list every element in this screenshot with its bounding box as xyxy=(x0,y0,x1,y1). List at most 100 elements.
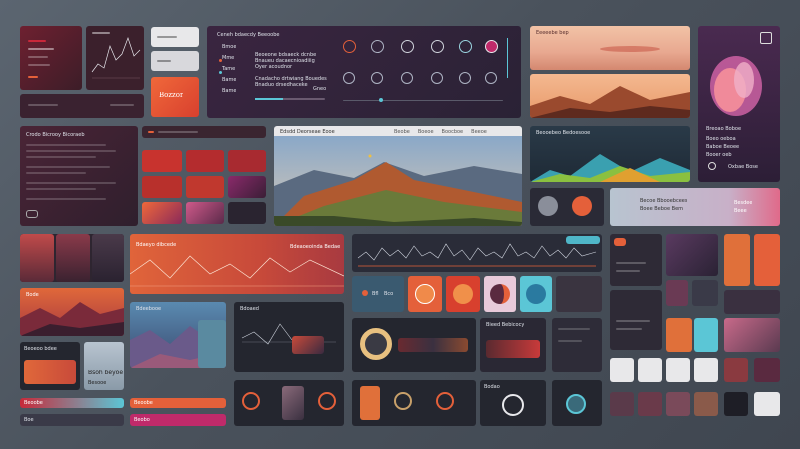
icon-tile[interactable] xyxy=(754,392,780,416)
sunset-banner[interactable]: Eeeeebe bep xyxy=(530,26,690,70)
pill-panel[interactable]: Becoe Bbooebcees Boee Beboe Bem Besdee B… xyxy=(610,188,780,226)
media-thumbnail[interactable] xyxy=(292,336,324,354)
control-label: Bco xyxy=(384,291,394,297)
right-card-3[interactable] xyxy=(724,234,750,286)
mic-icon[interactable] xyxy=(431,40,444,53)
tile-red-3[interactable] xyxy=(228,150,266,172)
tile-red-1[interactable] xyxy=(142,150,182,172)
sunset-banner-label: Eeeeebe bep xyxy=(536,30,569,36)
orange-mountain-card[interactable]: Bode xyxy=(20,288,124,336)
icon-tile[interactable] xyxy=(724,392,748,416)
tile-dark-9[interactable] xyxy=(228,202,266,224)
right-card-4[interactable] xyxy=(754,234,780,286)
control-tile-teal[interactable] xyxy=(520,276,552,312)
ring-icon[interactable] xyxy=(318,392,336,410)
media-left-item[interactable]: Bame xyxy=(217,77,236,83)
tile-red-4[interactable] xyxy=(142,176,182,198)
record-icon[interactable] xyxy=(572,196,592,216)
right-card-9[interactable] xyxy=(666,318,692,352)
cloud-icon[interactable] xyxy=(401,40,414,53)
control-tile-dark[interactable] xyxy=(556,276,602,312)
headphones-icon[interactable] xyxy=(371,40,384,53)
mid-small-card[interactable]: Bieed Bebicocy xyxy=(480,318,546,372)
progress-bar[interactable] xyxy=(255,98,325,100)
tile-photo-7[interactable] xyxy=(142,202,182,224)
record-icon[interactable] xyxy=(485,40,498,53)
dark-red-card[interactable] xyxy=(20,26,82,90)
desert-banner[interactable] xyxy=(530,74,690,118)
control-tile-orange-1[interactable] xyxy=(408,276,442,312)
ring-icon[interactable] xyxy=(242,392,260,410)
orange-wave-card[interactable]: Bdaeyo dibcede Bdeaoeoinda Bedae xyxy=(130,234,344,294)
button-orange[interactable]: Bozzor xyxy=(151,77,199,117)
right-card-2[interactable] xyxy=(666,234,718,276)
right-card-8[interactable] xyxy=(610,290,662,350)
control-tile-orange-2[interactable] xyxy=(446,276,480,312)
icon-tile[interactable] xyxy=(694,392,718,416)
right-card-7[interactable] xyxy=(724,290,780,314)
right-card-10[interactable] xyxy=(694,318,718,352)
bottom-tile-2[interactable]: Beobo xyxy=(130,414,226,426)
button-orange-label: Bozzor xyxy=(159,92,184,98)
tile-red-2[interactable] xyxy=(186,150,224,172)
icon-tile[interactable] xyxy=(724,358,748,382)
ring-icon[interactable] xyxy=(394,392,412,410)
side-stack[interactable] xyxy=(552,318,602,372)
control-tile-pink[interactable] xyxy=(484,276,516,312)
sun-icon[interactable] xyxy=(371,72,383,84)
left-card-label: Bode xyxy=(26,292,39,298)
button-light-2[interactable] xyxy=(151,51,199,71)
icon-tile[interactable] xyxy=(638,392,662,416)
hero-tab[interactable]: Beeoe xyxy=(471,129,487,135)
slider[interactable] xyxy=(343,100,503,101)
pause-icon[interactable] xyxy=(343,40,356,53)
tile-red-5[interactable] xyxy=(186,176,224,198)
settings-icon[interactable] xyxy=(459,40,472,53)
icon-tile[interactable] xyxy=(666,358,690,382)
tab-strip[interactable] xyxy=(142,126,266,138)
bottom-button-1[interactable]: Beoobe xyxy=(20,398,124,408)
hero-tab[interactable]: Beobe xyxy=(394,129,410,135)
icon-tile[interactable] xyxy=(754,358,780,382)
media-left-item[interactable]: Bame xyxy=(217,88,236,94)
control-label: Bfl xyxy=(372,291,379,297)
play-icon[interactable] xyxy=(485,72,497,84)
tile-purple-6[interactable] xyxy=(228,176,266,198)
article-button[interactable] xyxy=(26,210,38,218)
icon-tile[interactable] xyxy=(694,358,718,382)
bottom-tile-1[interactable]: Beoobe xyxy=(130,398,226,408)
ring-icon[interactable] xyxy=(360,328,392,360)
control-tile-blue[interactable]: Bfl Bco xyxy=(352,276,404,312)
icon-tile[interactable] xyxy=(610,392,634,416)
bottom-button-2[interactable]: Boe xyxy=(20,414,124,426)
close-icon[interactable] xyxy=(760,32,772,44)
mountain-card[interactable]: Beooebeo Bedoesooe xyxy=(530,126,690,182)
ring-icon[interactable] xyxy=(502,394,524,416)
grid-icon[interactable] xyxy=(343,72,355,84)
hero-window: Edsdd Deorseae Eooe Beobe Boeoe Boocboe … xyxy=(274,126,522,226)
media-panel-title: Ceneh bdaecdy Beeoobe xyxy=(217,32,280,38)
hero-tab[interactable]: Boocboe xyxy=(442,129,464,135)
icon-tile[interactable] xyxy=(638,358,662,382)
right-card-1[interactable] xyxy=(610,234,662,286)
media-left-item[interactable]: Bmoe xyxy=(217,44,236,50)
ring-icon[interactable] xyxy=(436,392,454,410)
tile-photo-8[interactable] xyxy=(186,202,224,224)
circle-panel-3: Bodao xyxy=(480,380,546,426)
play-icon[interactable] xyxy=(538,196,558,216)
dots-icon[interactable] xyxy=(459,72,471,84)
icon-tile[interactable] xyxy=(666,392,690,416)
icon-tile[interactable] xyxy=(610,358,634,382)
slider-thumb[interactable] xyxy=(379,98,383,102)
ring-icon[interactable] xyxy=(566,394,586,414)
hero-tab[interactable]: Boeoe xyxy=(418,129,434,135)
button-light-1[interactable] xyxy=(151,27,199,47)
heart-icon[interactable] xyxy=(431,72,443,84)
plus-icon[interactable] xyxy=(401,72,413,84)
right-card-11[interactable] xyxy=(724,318,780,352)
right-card-5[interactable] xyxy=(666,280,688,306)
blue-settings-column[interactable] xyxy=(198,320,226,368)
media-line: Oyer acoudnor xyxy=(255,64,293,70)
right-card-6[interactable] xyxy=(692,280,718,306)
bottom-left-line: Beoeoo bdee xyxy=(24,346,57,352)
